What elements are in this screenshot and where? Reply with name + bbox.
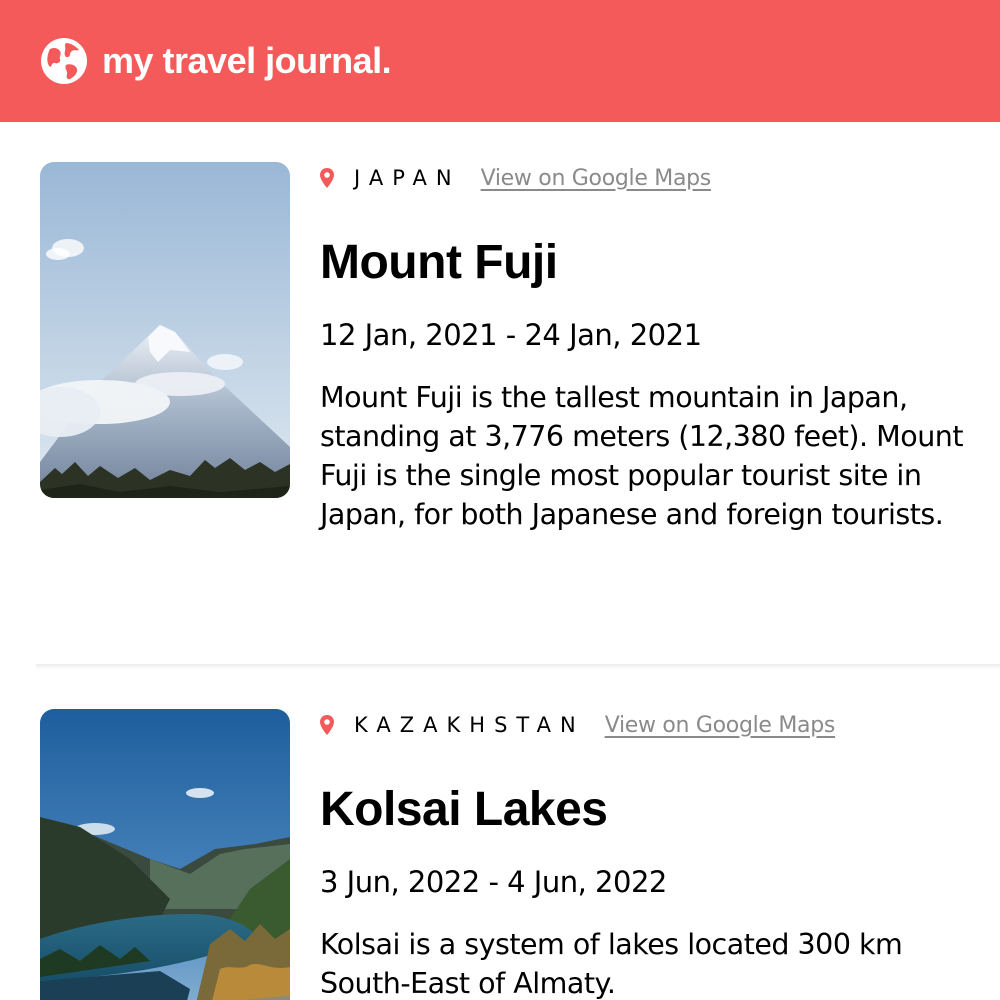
entry-title: Mount Fuji [320,236,558,289]
entry-description: Kolsai is a system of lakes located 300 … [320,927,903,1000]
entry-country: JAPAN [354,166,461,190]
kolsai-lakes-photo [40,709,290,1000]
entry-description: Mount Fuji is the tallest mountain in Ja… [320,380,964,531]
app-header: my travel journal. [0,0,1000,122]
mount-fuji-photo [40,162,290,498]
entry-divider [36,664,1000,670]
globe-icon [41,38,87,84]
entry-location-row: KAZAKHSTAN View on Google Maps [320,709,980,741]
google-maps-link[interactable]: View on Google Maps [605,713,836,738]
entry-title: Kolsai Lakes [320,783,608,836]
location-pin-icon [320,715,334,735]
entry-dates: 3 Jun, 2022 - 4 Jun, 2022 [320,864,667,899]
entry-info: JAPAN View on Google Maps Mount Fuji 12 … [320,162,980,534]
app-title: my travel journal. [102,40,392,81]
entry-dates: 12 Jan, 2021 - 24 Jan, 2021 [320,317,702,352]
entry-location-row: JAPAN View on Google Maps [320,162,980,194]
location-pin-icon [320,168,334,188]
google-maps-link[interactable]: View on Google Maps [481,166,712,191]
journal-entry: KAZAKHSTAN View on Google Maps Kolsai La… [0,709,1000,1000]
journal-entry: JAPAN View on Google Maps Mount Fuji 12 … [0,162,1000,667]
entry-country: KAZAKHSTAN [354,713,585,737]
entry-info: KAZAKHSTAN View on Google Maps Kolsai La… [320,709,980,1000]
